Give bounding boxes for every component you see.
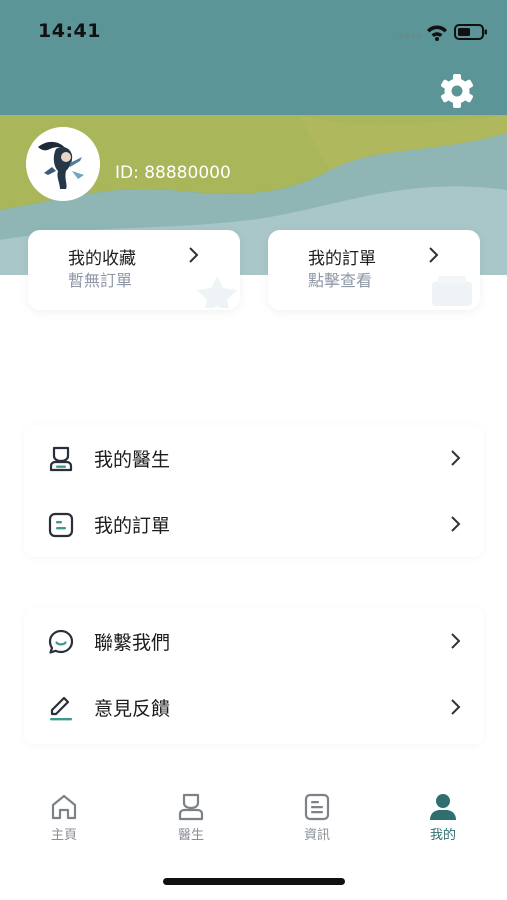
status-time: 14:41 [38, 20, 101, 42]
order-icon [48, 512, 74, 538]
menu-label-feedback: 意見反饋 [94, 698, 171, 720]
tab-home-label: 主頁 [50, 828, 77, 843]
chat-icon [48, 629, 74, 654]
menu-label-my-doctor: 我的醫生 [94, 449, 171, 471]
news-icon [304, 793, 330, 821]
tab-doctor-label: 醫生 [177, 828, 204, 843]
favorites-card[interactable]: 我的收藏 暫無訂單 [28, 230, 240, 310]
user-id-text: ID: 88880000 [115, 163, 231, 183]
doctor-icon [49, 446, 73, 472]
avatar-illustration-icon [26, 127, 100, 201]
favorites-title: 我的收藏 [68, 249, 136, 269]
menu-group-primary: 我的醫生 我的訂單 [24, 425, 484, 557]
chevron-right-icon [189, 247, 199, 263]
home-icon [51, 794, 77, 820]
chevron-right-icon [451, 450, 461, 466]
wifi-icon [427, 25, 447, 41]
menu-item-my-doctor[interactable]: 我的醫生 [24, 425, 484, 491]
chevron-right-icon [451, 633, 461, 649]
tab-news[interactable]: 資訊 [267, 780, 367, 850]
status-bar: 14:41 [0, 0, 507, 60]
menu-group-secondary: 聯繫我們 意見反饋 [24, 608, 484, 744]
chevron-right-icon [451, 699, 461, 715]
feedback-pen-icon [50, 696, 72, 721]
menu-label-contact-us: 聯繫我們 [94, 632, 171, 654]
tab-home[interactable]: 主頁 [14, 780, 114, 850]
menu-label-my-orders: 我的訂單 [94, 515, 171, 537]
profile-icon [430, 794, 456, 820]
chevron-right-icon [451, 516, 461, 532]
favorites-subtitle: 暫無訂單 [68, 271, 133, 290]
orders-card[interactable]: 我的訂單 點擊查看 [268, 230, 480, 310]
order-box-decoration-icon [432, 276, 472, 306]
orders-card-subtitle: 點擊查看 [308, 271, 373, 290]
doctor-icon [178, 793, 204, 821]
menu-item-my-orders[interactable]: 我的訂單 [24, 491, 484, 557]
star-decoration-icon [197, 276, 237, 308]
bottom-tab-bar: 主頁 醫生 資訊 我的 [0, 780, 507, 860]
chevron-right-icon [429, 247, 439, 263]
avatar[interactable] [26, 127, 100, 201]
tab-doctor[interactable]: 醫生 [141, 780, 241, 850]
signal-icon [399, 34, 421, 38]
tab-news-label: 資訊 [303, 828, 330, 843]
tab-profile[interactable]: 我的 [393, 780, 493, 850]
home-indicator[interactable] [163, 878, 345, 885]
menu-item-contact-us[interactable]: 聯繫我們 [24, 608, 484, 674]
settings-gear-icon[interactable] [438, 72, 476, 110]
tab-profile-label: 我的 [429, 828, 456, 843]
orders-card-title: 我的訂單 [308, 249, 376, 269]
battery-icon [454, 24, 487, 40]
menu-item-feedback[interactable]: 意見反饋 [24, 674, 484, 740]
